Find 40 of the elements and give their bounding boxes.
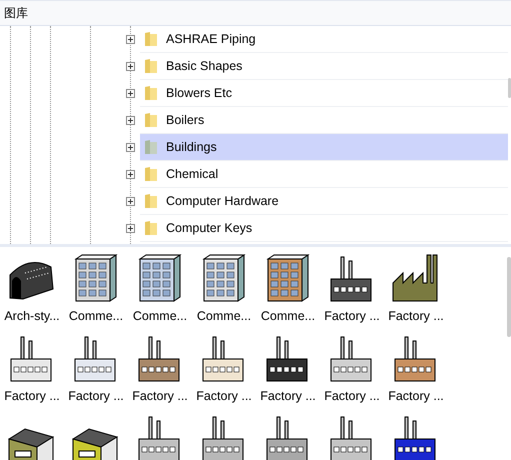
expand-icon[interactable] <box>126 143 135 152</box>
folder-icon <box>144 166 158 182</box>
shape-label: Factory ... <box>4 389 60 403</box>
shape-label: Comme... <box>132 309 188 323</box>
tree-item[interactable]: Blowers Etc <box>140 80 508 107</box>
folder-icon <box>144 31 158 47</box>
folder-icon <box>144 193 158 209</box>
scrollbar-thumb[interactable] <box>508 78 511 98</box>
panel-title: 图库 <box>0 0 511 26</box>
expand-icon[interactable] <box>126 197 135 206</box>
shape-label: Factory ... <box>68 389 124 403</box>
expand-icon[interactable] <box>126 35 135 44</box>
shape-label: Factory ... <box>324 389 380 403</box>
tree-item[interactable]: Basic Shapes <box>140 53 508 80</box>
shape-label: Comme... <box>260 309 316 323</box>
expand-icon[interactable] <box>126 89 135 98</box>
expand-icon[interactable] <box>126 62 135 71</box>
expand-icon[interactable] <box>126 224 135 233</box>
tree-item[interactable]: Computer Keys <box>140 215 508 242</box>
shape-label: Factory ... <box>132 389 188 403</box>
expand-icon[interactable] <box>126 116 135 125</box>
folder-icon <box>144 139 158 155</box>
tree-item[interactable]: ASHRAE Piping <box>140 26 508 53</box>
shape-label: Factory ... <box>260 389 316 403</box>
shape-label: Comme... <box>196 309 252 323</box>
tree-item[interactable]: Computer Hardware <box>140 188 508 215</box>
shape-label: Comme... <box>68 309 124 323</box>
folder-icon <box>144 220 158 236</box>
folder-icon <box>144 112 158 128</box>
tree-item[interactable]: Buildings <box>140 134 508 161</box>
expand-icon[interactable] <box>126 170 135 179</box>
shape-label: Factory ... <box>388 309 444 323</box>
folder-icon <box>144 58 158 74</box>
shape-label: Factory ... <box>388 389 444 403</box>
shape-label: Factory ... <box>196 389 252 403</box>
shape-label: Factory ... <box>324 309 380 323</box>
tree-item[interactable]: Chemical <box>140 161 508 188</box>
scrollbar-thumb[interactable] <box>507 257 511 337</box>
folder-icon <box>144 85 158 101</box>
shape-label: Arch-sty... <box>4 309 60 323</box>
